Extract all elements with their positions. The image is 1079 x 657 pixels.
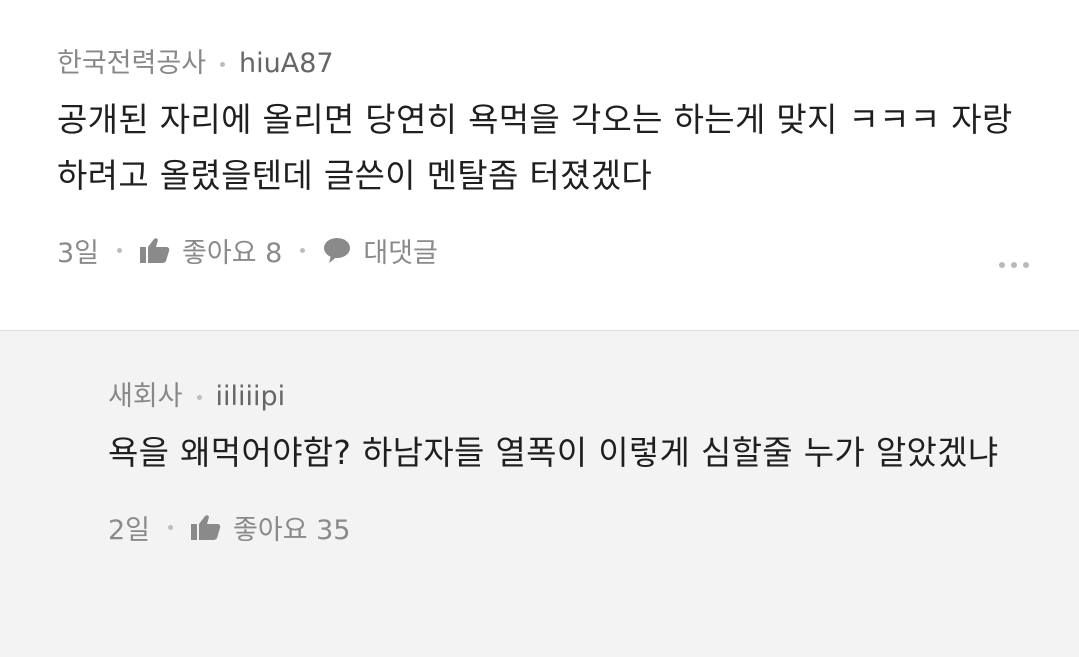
speech-bubble-icon bbox=[323, 237, 351, 263]
separator-dot bbox=[168, 524, 174, 530]
author-username[interactable]: hiuA87 bbox=[239, 44, 334, 84]
comment-time: 3일 bbox=[57, 237, 100, 269]
reply-button[interactable]: 대댓글 bbox=[323, 231, 438, 270]
reply-label: 대댓글 bbox=[363, 237, 438, 269]
thumbs-up-icon bbox=[140, 237, 170, 263]
comment-actions: 3일 좋아요 8 대댓글 bbox=[57, 230, 1039, 270]
like-button[interactable]: 좋아요 8 bbox=[140, 231, 282, 270]
like-count: 좋아요 35 bbox=[233, 514, 351, 546]
reply-text: 욕을 왜먹어야함? 하남자들 열폭이 이렇게 심할줄 누가 알았겠냐 bbox=[108, 433, 999, 472]
comment-meta: 한국전력공사 hiuA87 bbox=[57, 44, 1039, 84]
comment: 한국전력공사 hiuA87 공개된 자리에 올리면 당연히 욕먹을 각오는 하는… bbox=[0, 0, 1079, 330]
reply-comment: 새회사 iiliiipi 욕을 왜먹어야함? 하남자들 열폭이 이렇게 심할줄 … bbox=[0, 331, 1079, 657]
author-company[interactable]: 한국전력공사 bbox=[57, 44, 206, 84]
more-dots-icon[interactable] bbox=[999, 262, 1029, 268]
separator-dot bbox=[196, 394, 202, 400]
author-username[interactable]: iiliiipi bbox=[216, 377, 286, 417]
thumbs-up-icon bbox=[191, 514, 221, 540]
like-button[interactable]: 좋아요 35 bbox=[191, 508, 351, 547]
author-company[interactable]: 새회사 bbox=[108, 377, 183, 417]
reply-meta: 새회사 iiliiipi bbox=[108, 377, 1039, 417]
reply-time: 2일 bbox=[108, 514, 151, 546]
like-count: 좋아요 8 bbox=[182, 237, 283, 269]
reply-actions: 2일 좋아요 35 bbox=[108, 507, 1039, 547]
separator-dot bbox=[220, 61, 226, 67]
separator-dot bbox=[117, 247, 123, 253]
separator-dot bbox=[300, 247, 306, 253]
comment-text: 공개된 자리에 올리면 당연히 욕먹을 각오는 하는게 맞지 ㅋㅋㅋ 자랑하려고… bbox=[57, 100, 1013, 195]
